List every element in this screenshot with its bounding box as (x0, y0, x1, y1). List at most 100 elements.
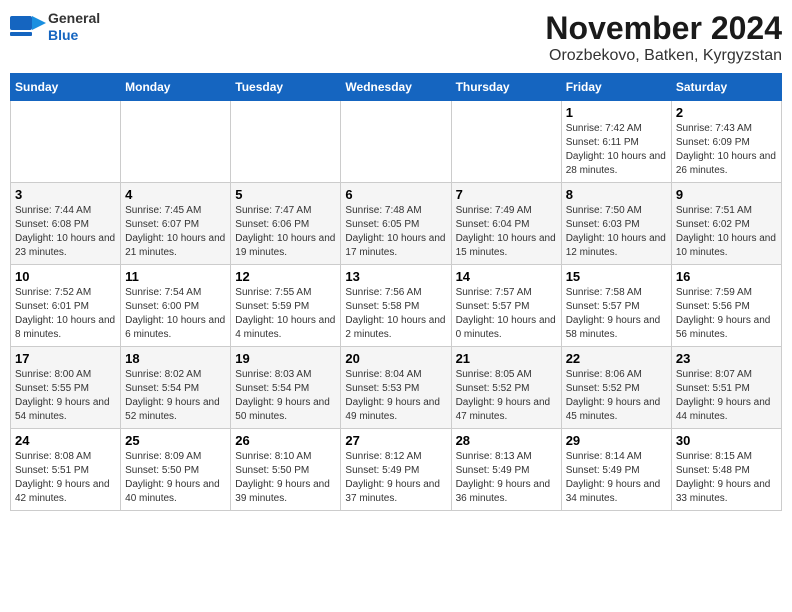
calendar-cell: 14 Sunrise: 7:57 AM Sunset: 5:57 PM Dayli… (451, 265, 561, 347)
weekday-header: Friday (561, 74, 671, 101)
calendar-cell: 10 Sunrise: 7:52 AM Sunset: 6:01 PM Dayli… (11, 265, 121, 347)
title-area: November 2024 Orozbekovo, Batken, Kyrgyz… (545, 10, 782, 65)
calendar-cell: 11 Sunrise: 7:54 AM Sunset: 6:00 PM Dayli… (121, 265, 231, 347)
day-info: Sunrise: 8:04 AM Sunset: 5:53 PM Dayligh… (345, 368, 446, 424)
day-number: 1 (566, 105, 667, 120)
calendar-cell: 9 Sunrise: 7:51 AM Sunset: 6:02 PM Daylig… (671, 183, 781, 265)
logo-icon (10, 12, 46, 42)
calendar-cell: 28 Sunrise: 8:13 AM Sunset: 5:49 PM Dayli… (451, 429, 561, 511)
calendar-cell (341, 101, 451, 183)
day-number: 2 (676, 105, 777, 120)
day-number: 15 (566, 269, 667, 284)
day-info: Sunrise: 8:07 AM Sunset: 5:51 PM Dayligh… (676, 368, 777, 424)
day-info: Sunrise: 8:02 AM Sunset: 5:54 PM Dayligh… (125, 368, 226, 424)
calendar-cell: 24 Sunrise: 8:08 AM Sunset: 5:51 PM Dayli… (11, 429, 121, 511)
day-info: Sunrise: 8:14 AM Sunset: 5:49 PM Dayligh… (566, 450, 667, 506)
day-info: Sunrise: 7:45 AM Sunset: 6:07 PM Dayligh… (125, 204, 226, 260)
day-info: Sunrise: 7:43 AM Sunset: 6:09 PM Dayligh… (676, 122, 777, 178)
day-info: Sunrise: 7:52 AM Sunset: 6:01 PM Dayligh… (15, 286, 116, 342)
calendar-cell: 20Sunrise: 8:04 AM Sunset: 5:53 PM Dayli… (341, 347, 451, 429)
day-number: 17 (15, 351, 116, 366)
calendar-cell (11, 101, 121, 183)
day-number: 13 (345, 269, 446, 284)
weekday-header: Monday (121, 74, 231, 101)
day-info: Sunrise: 7:57 AM Sunset: 5:57 PM Dayligh… (456, 286, 557, 342)
day-number: 6 (345, 187, 446, 202)
weekday-header: Thursday (451, 74, 561, 101)
month-title: November 2024 (545, 10, 782, 47)
day-number: 25 (125, 433, 226, 448)
calendar-cell: 16 Sunrise: 7:59 AM Sunset: 5:56 PM Dayli… (671, 265, 781, 347)
day-info: Sunrise: 7:49 AM Sunset: 6:04 PM Dayligh… (456, 204, 557, 260)
calendar-cell: 17 Sunrise: 8:00 AM Sunset: 5:55 PM Dayli… (11, 347, 121, 429)
calendar-cell: 7 Sunrise: 7:49 AM Sunset: 6:04 PM Daylig… (451, 183, 561, 265)
day-info: Sunrise: 8:09 AM Sunset: 5:50 PM Dayligh… (125, 450, 226, 506)
calendar-cell: 26Sunrise: 8:10 AM Sunset: 5:50 PM Dayli… (231, 429, 341, 511)
weekday-header: Wednesday (341, 74, 451, 101)
calendar-cell (231, 101, 341, 183)
day-number: 23 (676, 351, 777, 366)
calendar-cell (451, 101, 561, 183)
day-number: 11 (125, 269, 226, 284)
weekday-header: Tuesday (231, 74, 341, 101)
day-number: 8 (566, 187, 667, 202)
day-number: 7 (456, 187, 557, 202)
header: General Blue November 2024 Orozbekovo, B… (10, 10, 782, 65)
day-info: Sunrise: 7:47 AM Sunset: 6:06 PM Dayligh… (235, 204, 336, 260)
calendar-cell: 25 Sunrise: 8:09 AM Sunset: 5:50 PM Dayli… (121, 429, 231, 511)
day-number: 9 (676, 187, 777, 202)
day-number: 24 (15, 433, 116, 448)
day-info: Sunrise: 7:54 AM Sunset: 6:00 PM Dayligh… (125, 286, 226, 342)
calendar-cell: 15 Sunrise: 7:58 AM Sunset: 5:57 PM Dayli… (561, 265, 671, 347)
weekday-header: Sunday (11, 74, 121, 101)
day-info: Sunrise: 7:48 AM Sunset: 6:05 PM Dayligh… (345, 204, 446, 260)
day-info: Sunrise: 8:05 AM Sunset: 5:52 PM Dayligh… (456, 368, 557, 424)
day-number: 5 (235, 187, 336, 202)
calendar-cell: 3 Sunrise: 7:44 AM Sunset: 6:08 PM Daylig… (11, 183, 121, 265)
day-info: Sunrise: 7:50 AM Sunset: 6:03 PM Dayligh… (566, 204, 667, 260)
day-number: 16 (676, 269, 777, 284)
day-number: 19 (235, 351, 336, 366)
day-info: Sunrise: 8:00 AM Sunset: 5:55 PM Dayligh… (15, 368, 116, 424)
day-number: 30 (676, 433, 777, 448)
day-info: Sunrise: 7:42 AM Sunset: 6:11 PM Dayligh… (566, 122, 667, 178)
calendar-cell: 27 Sunrise: 8:12 AM Sunset: 5:49 PM Dayli… (341, 429, 451, 511)
day-number: 10 (15, 269, 116, 284)
calendar-cell: 2 Sunrise: 7:43 AM Sunset: 6:09 PM Daylig… (671, 101, 781, 183)
day-number: 3 (15, 187, 116, 202)
day-number: 22 (566, 351, 667, 366)
day-info: Sunrise: 8:03 AM Sunset: 5:54 PM Dayligh… (235, 368, 336, 424)
day-info: Sunrise: 7:55 AM Sunset: 5:59 PM Dayligh… (235, 286, 336, 342)
day-info: Sunrise: 7:58 AM Sunset: 5:57 PM Dayligh… (566, 286, 667, 342)
day-info: Sunrise: 8:08 AM Sunset: 5:51 PM Dayligh… (15, 450, 116, 506)
logo-general: General (48, 10, 100, 27)
day-number: 4 (125, 187, 226, 202)
day-info: Sunrise: 7:44 AM Sunset: 6:08 PM Dayligh… (15, 204, 116, 260)
calendar-table: SundayMondayTuesdayWednesdayThursdayFrid… (10, 73, 782, 511)
day-number: 27 (345, 433, 446, 448)
calendar-cell: 23 Sunrise: 8:07 AM Sunset: 5:51 PM Dayli… (671, 347, 781, 429)
day-info: Sunrise: 8:10 AM Sunset: 5:50 PM Dayligh… (235, 450, 336, 506)
location: Orozbekovo, Batken, Kyrgyzstan (545, 47, 782, 65)
logo-blue: Blue (48, 27, 100, 44)
calendar-cell: 6 Sunrise: 7:48 AM Sunset: 6:05 PM Daylig… (341, 183, 451, 265)
day-number: 21 (456, 351, 557, 366)
calendar-cell: 29 Sunrise: 8:14 AM Sunset: 5:49 PM Dayli… (561, 429, 671, 511)
day-number: 14 (456, 269, 557, 284)
day-info: Sunrise: 8:13 AM Sunset: 5:49 PM Dayligh… (456, 450, 557, 506)
day-number: 18 (125, 351, 226, 366)
calendar-cell: 12Sunrise: 7:55 AM Sunset: 5:59 PM Dayli… (231, 265, 341, 347)
day-info: Sunrise: 7:51 AM Sunset: 6:02 PM Dayligh… (676, 204, 777, 260)
day-info: Sunrise: 8:12 AM Sunset: 5:49 PM Dayligh… (345, 450, 446, 506)
calendar-cell: 30Sunrise: 8:15 AM Sunset: 5:48 PM Dayli… (671, 429, 781, 511)
day-number: 28 (456, 433, 557, 448)
calendar-cell: 22Sunrise: 8:06 AM Sunset: 5:52 PM Dayli… (561, 347, 671, 429)
calendar-cell (121, 101, 231, 183)
day-info: Sunrise: 7:56 AM Sunset: 5:58 PM Dayligh… (345, 286, 446, 342)
calendar-cell: 18 Sunrise: 8:02 AM Sunset: 5:54 PM Dayli… (121, 347, 231, 429)
logo: General Blue (10, 10, 100, 44)
day-info: Sunrise: 7:59 AM Sunset: 5:56 PM Dayligh… (676, 286, 777, 342)
calendar-cell: 1 Sunrise: 7:42 AM Sunset: 6:11 PM Daylig… (561, 101, 671, 183)
calendar-header: SundayMondayTuesdayWednesdayThursdayFrid… (11, 74, 782, 101)
day-number: 29 (566, 433, 667, 448)
